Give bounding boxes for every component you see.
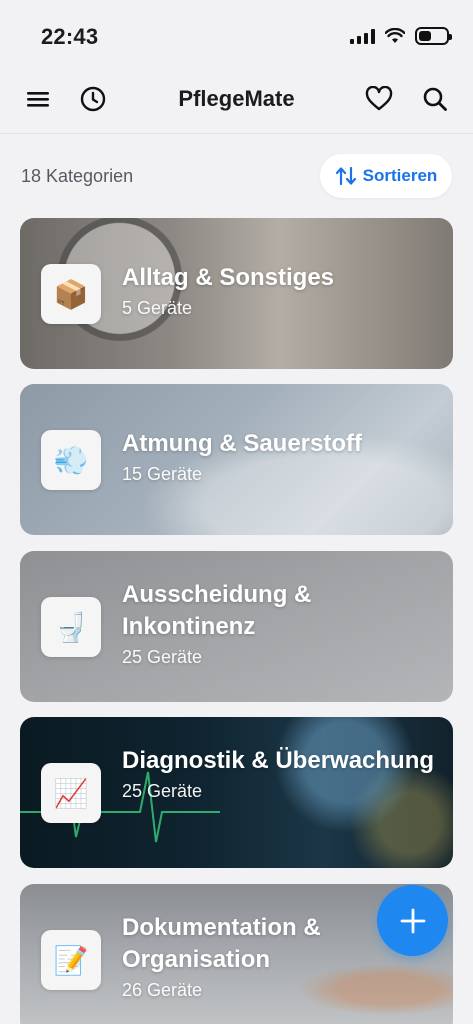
category-title: Ausscheidung & Inkontinenz — [122, 581, 312, 640]
category-device-count: 25 Geräte — [122, 781, 203, 801]
category-device-count: 25 Geräte — [122, 647, 203, 667]
toilet-icon: 🚽 — [41, 597, 101, 657]
search-icon[interactable] — [420, 84, 450, 114]
category-count: 18 Kategorien — [21, 166, 134, 186]
status-icons — [350, 27, 452, 45]
page-title: PflegeMate — [178, 86, 295, 111]
category-card-alltag[interactable]: 📦 Alltag & Sonstiges 5 Geräte — [20, 218, 453, 369]
sort-arrows-icon — [335, 166, 356, 186]
favorites-heart-icon[interactable] — [364, 84, 394, 114]
category-card-ausscheidung[interactable]: 🚽 Ausscheidung & Inkontinenz 25 Geräte — [20, 551, 453, 702]
status-bar: 22:43 — [0, 0, 473, 68]
sort-button[interactable]: Sortieren — [320, 154, 452, 198]
category-device-count: 15 Geräte — [122, 464, 203, 484]
category-title: Atmung & Sauerstoff — [122, 430, 362, 457]
chart-increasing-icon: 📈 — [41, 763, 101, 823]
category-device-count: 26 Geräte — [122, 980, 203, 1000]
package-icon: 📦 — [41, 264, 101, 324]
battery-icon — [415, 27, 452, 45]
category-title: Alltag & Sonstiges — [122, 264, 335, 291]
sort-label: Sortieren — [362, 166, 438, 185]
category-card-diagnostik[interactable]: 📈 Diagnostik & Überwachung 25 Geräte — [20, 717, 453, 868]
cellular-signal-icon — [350, 28, 375, 44]
navigation-bar: PflegeMate — [0, 68, 473, 134]
category-card-atmung[interactable]: 💨 Atmung & Sauerstoff 15 Geräte — [20, 384, 453, 535]
dash-cloud-icon: 💨 — [41, 430, 101, 490]
category-device-count: 5 Geräte — [122, 298, 193, 318]
wifi-icon — [385, 28, 405, 43]
add-button[interactable] — [377, 885, 448, 956]
memo-icon: 📝 — [41, 930, 101, 990]
plus-icon — [400, 908, 425, 933]
category-title: Diagnostik & Überwachung — [122, 747, 435, 774]
status-time: 22:43 — [41, 24, 99, 49]
